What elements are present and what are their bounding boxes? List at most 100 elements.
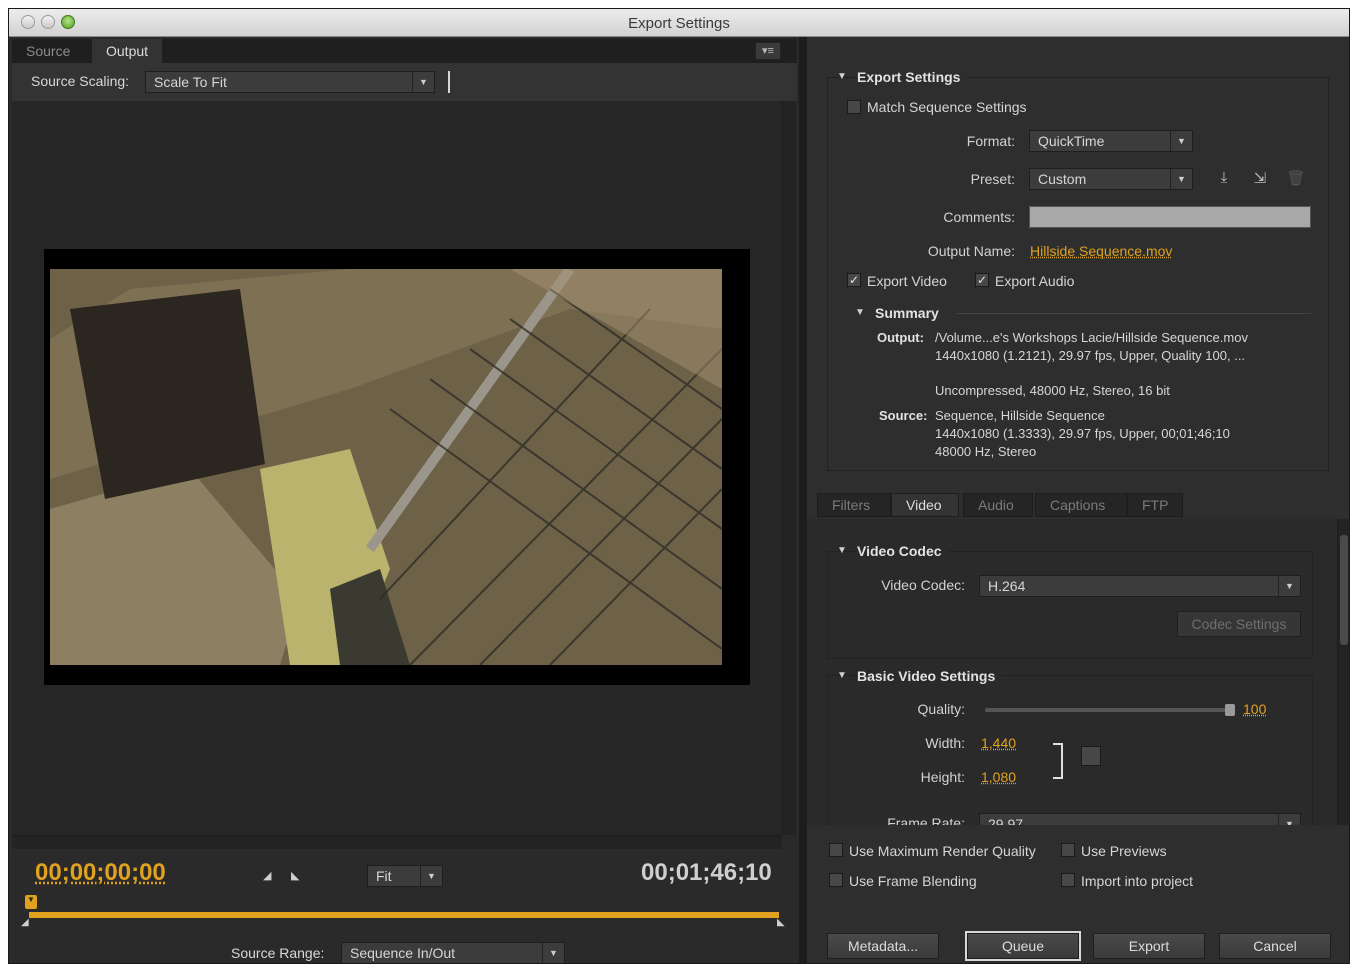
import-into-project-checkbox[interactable] <box>1061 873 1075 887</box>
link-bracket-icon <box>1053 743 1063 779</box>
queue-button[interactable]: Queue <box>967 933 1079 959</box>
tab-audio[interactable]: Audio <box>963 493 1033 517</box>
set-out-point-icon[interactable]: ◣ <box>291 869 299 882</box>
export-audio-label: Export Audio <box>995 273 1075 289</box>
source-range-label: Source Range: <box>231 945 325 961</box>
video-preview-area <box>12 101 782 835</box>
use-previews-label: Use Previews <box>1081 843 1167 859</box>
quality-slider[interactable] <box>985 704 1235 716</box>
height-value[interactable]: 1,080 <box>981 769 1016 785</box>
export-video-label: Export Video <box>867 273 947 289</box>
frame-rate-label: Frame Rate: <box>887 815 965 825</box>
video-preview <box>44 249 750 685</box>
height-label: Height: <box>920 769 965 785</box>
summary-source-key: Source: <box>879 408 928 423</box>
video-codec-section <box>827 551 1313 659</box>
preset-label: Preset: <box>970 171 1015 187</box>
export-audio-checkbox[interactable]: ✓ <box>975 273 989 287</box>
set-in-point-icon[interactable]: ◢ <box>263 869 271 882</box>
format-value: QuickTime <box>1038 133 1105 149</box>
tab-ftp[interactable]: FTP <box>1127 493 1183 517</box>
collapse-triangle-icon[interactable]: ▼ <box>837 670 847 681</box>
use-previews-checkbox[interactable] <box>1061 843 1075 857</box>
frame-blending-checkbox[interactable] <box>829 873 843 887</box>
chevron-down-icon: ▼ <box>542 943 564 963</box>
quality-value[interactable]: 100 <box>1243 701 1266 717</box>
out-point-icon[interactable]: ◣ <box>777 917 785 928</box>
frame-rate-value: 29.97 <box>988 816 1024 825</box>
summary-source-line3: 48000 Hz, Stereo <box>935 444 1037 459</box>
export-video-checkbox[interactable]: ✓ <box>847 273 861 287</box>
summary-title: Summary <box>875 305 939 321</box>
scrollbar-thumb[interactable] <box>1340 535 1348 645</box>
codec-settings-button[interactable]: Codec Settings <box>1177 611 1301 637</box>
video-codec-title: Video Codec <box>857 543 948 559</box>
collapse-triangle-icon[interactable]: ▼ <box>837 71 847 82</box>
preview-tab-bar: Source Output ▾≡ <box>12 39 797 63</box>
current-time[interactable]: 00;00;00;00 <box>35 859 166 887</box>
source-scaling-row: Source Scaling: Scale To Fit ▼ <box>12 63 797 101</box>
tab-video[interactable]: Video <box>891 493 959 517</box>
summary-output-line1: /Volume...e's Workshops Lacie/Hillside S… <box>935 330 1248 345</box>
source-range-dropdown[interactable]: Sequence In/Out ▼ <box>341 942 565 963</box>
hillside-frame-graphic <box>50 269 722 665</box>
cancel-button[interactable]: Cancel <box>1219 933 1331 959</box>
panel-divider[interactable] <box>799 37 807 963</box>
video-codec-value: H.264 <box>988 578 1026 594</box>
source-scaling-dropdown[interactable]: Scale To Fit ▼ <box>145 71 435 93</box>
export-settings-title: Export Settings <box>857 69 967 85</box>
export-button[interactable]: Export <box>1093 933 1205 959</box>
duration-time: 00;01;46;10 <box>641 859 772 886</box>
import-preset-icon[interactable]: ⇲ <box>1249 169 1271 189</box>
max-render-quality-label: Use Maximum Render Quality <box>849 843 1036 859</box>
basic-video-title: Basic Video Settings <box>857 668 1002 684</box>
source-scaling-value: Scale To Fit <box>154 74 227 90</box>
tab-source[interactable]: Source <box>12 39 84 63</box>
chevron-down-icon: ▼ <box>1278 814 1300 825</box>
summary-output-key: Output: <box>877 330 924 345</box>
chevron-down-icon: ▼ <box>412 72 434 92</box>
match-sequence-checkbox[interactable] <box>847 100 861 114</box>
output-name-label: Output Name: <box>927 243 1015 259</box>
frame-rate-dropdown[interactable]: 29.97 ▼ <box>979 813 1301 825</box>
collapse-triangle-icon[interactable]: ▼ <box>837 545 847 556</box>
preview-vertical-scrollbar[interactable] <box>782 101 796 835</box>
video-codec-dropdown[interactable]: H.264 ▼ <box>979 575 1301 597</box>
tab-output[interactable]: Output <box>92 39 163 63</box>
collapse-triangle-icon[interactable]: ▼ <box>855 307 865 318</box>
save-preset-icon[interactable]: ⤓ <box>1213 169 1235 189</box>
panel-menu-icon[interactable]: ▾≡ <box>755 42 781 60</box>
tab-captions[interactable]: Captions <box>1035 493 1127 517</box>
width-value[interactable]: 1,440 <box>981 735 1016 751</box>
frame-blending-label: Use Frame Blending <box>849 873 977 889</box>
preview-horizontal-scrollbar[interactable] <box>12 835 782 849</box>
chevron-down-icon: ▼ <box>1170 169 1192 189</box>
tab-filters[interactable]: Filters <box>817 493 891 517</box>
zoom-dropdown[interactable]: Fit ▼ <box>367 865 443 887</box>
preset-value: Custom <box>1038 171 1087 187</box>
source-range-value: Sequence In/Out <box>350 945 456 961</box>
settings-vertical-scrollbar[interactable] <box>1337 519 1349 825</box>
match-sequence-label: Match Sequence Settings <box>867 99 1027 115</box>
chevron-down-icon: ▼ <box>1170 131 1192 151</box>
preset-dropdown[interactable]: Custom ▼ <box>1029 168 1193 190</box>
video-codec-label: Video Codec: <box>881 577 965 593</box>
playhead-marker[interactable]: ▼ <box>25 895 37 909</box>
timeline-bar[interactable] <box>29 912 779 918</box>
zoom-value: Fit <box>376 868 392 884</box>
summary-output-line2: 1440x1080 (1.2121), 29.97 fps, Upper, Qu… <box>935 348 1246 363</box>
comments-field[interactable] <box>1029 206 1311 228</box>
width-label: Width: <box>925 735 965 751</box>
summary-source-line1: Sequence, Hillside Sequence <box>935 408 1105 423</box>
quality-slider-thumb[interactable] <box>1225 704 1235 716</box>
constrain-proportions-toggle[interactable] <box>1081 746 1101 766</box>
max-render-quality-checkbox[interactable] <box>829 843 843 857</box>
format-label: Format: <box>966 133 1015 149</box>
source-scaling-label: Source Scaling: <box>31 73 130 89</box>
delete-preset-icon[interactable]: 🗑 <box>1285 169 1307 189</box>
chevron-down-icon: ▼ <box>1278 576 1300 596</box>
metadata-button[interactable]: Metadata... <box>827 933 939 959</box>
in-point-icon[interactable]: ◢ <box>21 917 29 928</box>
format-dropdown[interactable]: QuickTime ▼ <box>1029 130 1193 152</box>
output-name-link[interactable]: Hillside Sequence.mov <box>1030 243 1172 259</box>
